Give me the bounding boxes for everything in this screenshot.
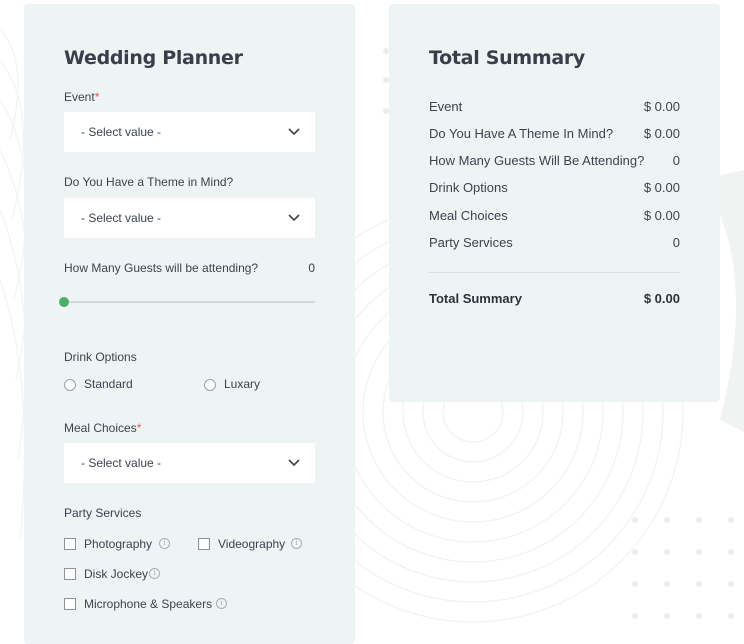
meal-select[interactable]: - Select value - xyxy=(64,443,315,483)
total-summary-panel: Total Summary Event $ 0.00 Do You Have A… xyxy=(389,4,720,402)
drink-standard-radio[interactable] xyxy=(64,379,76,391)
guests-label: How Many Guests will be attending? xyxy=(64,261,259,275)
theme-label: Do You Have a Theme in Mind? xyxy=(64,175,234,189)
theme-select-value: - Select value - xyxy=(81,211,162,225)
summary-row-value: $ 0.00 xyxy=(643,208,680,223)
summary-row-value: 0 xyxy=(672,153,680,168)
chevron-down-icon xyxy=(288,128,300,136)
summary-row-value: 0 xyxy=(672,235,680,250)
drink-luxary-radio[interactable] xyxy=(204,379,216,391)
meal-choices-label: Meal Choices* xyxy=(64,421,141,435)
disk-jockey-label[interactable]: Disk Jockey xyxy=(84,567,148,581)
summary-row-value: $ 0.00 xyxy=(643,99,680,114)
guests-slider-track[interactable] xyxy=(64,301,315,303)
summary-divider xyxy=(429,272,680,273)
meal-select-value: - Select value - xyxy=(81,456,162,470)
required-mark: * xyxy=(94,90,100,104)
event-label: Event* xyxy=(64,90,99,104)
microphone-speakers-label[interactable]: Microphone & Speakers xyxy=(84,597,212,611)
summary-row-value: $ 0.00 xyxy=(643,180,680,195)
microphone-speakers-checkbox[interactable] xyxy=(64,598,76,610)
summary-total-label: Total Summary xyxy=(429,291,522,306)
info-icon[interactable]: i xyxy=(291,538,302,549)
drink-standard-label[interactable]: Standard xyxy=(84,377,133,391)
chevron-down-icon xyxy=(288,459,300,467)
videography-checkbox[interactable] xyxy=(198,538,210,550)
summary-row-label: Do You Have A Theme In Mind? xyxy=(429,126,614,141)
drink-options-label: Drink Options xyxy=(64,350,137,364)
drink-luxary-label[interactable]: Luxary xyxy=(224,377,260,391)
summary-row-label: Drink Options xyxy=(429,180,508,195)
guests-value: 0 xyxy=(308,261,315,275)
summary-title: Total Summary xyxy=(429,47,586,69)
photography-label[interactable]: Photography xyxy=(84,537,152,551)
theme-select[interactable]: - Select value - xyxy=(64,198,315,238)
summary-row-label: Meal Choices xyxy=(429,208,508,223)
info-icon[interactable]: i xyxy=(159,538,170,549)
event-label-text: Event xyxy=(64,90,95,104)
disk-jockey-checkbox[interactable] xyxy=(64,568,76,580)
guests-slider-handle[interactable] xyxy=(59,297,69,307)
wedding-planner-form: Wedding Planner Event* - Select value - … xyxy=(24,4,355,644)
summary-row-label: Party Services xyxy=(429,235,513,250)
event-select-value: - Select value - xyxy=(81,125,162,139)
info-icon[interactable]: i xyxy=(216,598,227,609)
info-icon[interactable]: i xyxy=(149,568,160,579)
photography-checkbox[interactable] xyxy=(64,538,76,550)
required-mark: * xyxy=(136,421,142,435)
chevron-down-icon xyxy=(288,214,300,222)
summary-total-value: $ 0.00 xyxy=(643,291,680,306)
summary-row-label: How Many Guests Will Be Attending? xyxy=(429,153,645,168)
event-select[interactable]: - Select value - xyxy=(64,112,315,152)
videography-label[interactable]: Videography xyxy=(218,537,285,551)
meal-choices-label-text: Meal Choices xyxy=(64,421,137,435)
summary-row-label: Event xyxy=(429,99,463,114)
summary-row-value: $ 0.00 xyxy=(643,126,680,141)
form-title: Wedding Planner xyxy=(64,47,243,69)
party-services-label: Party Services xyxy=(64,506,142,520)
